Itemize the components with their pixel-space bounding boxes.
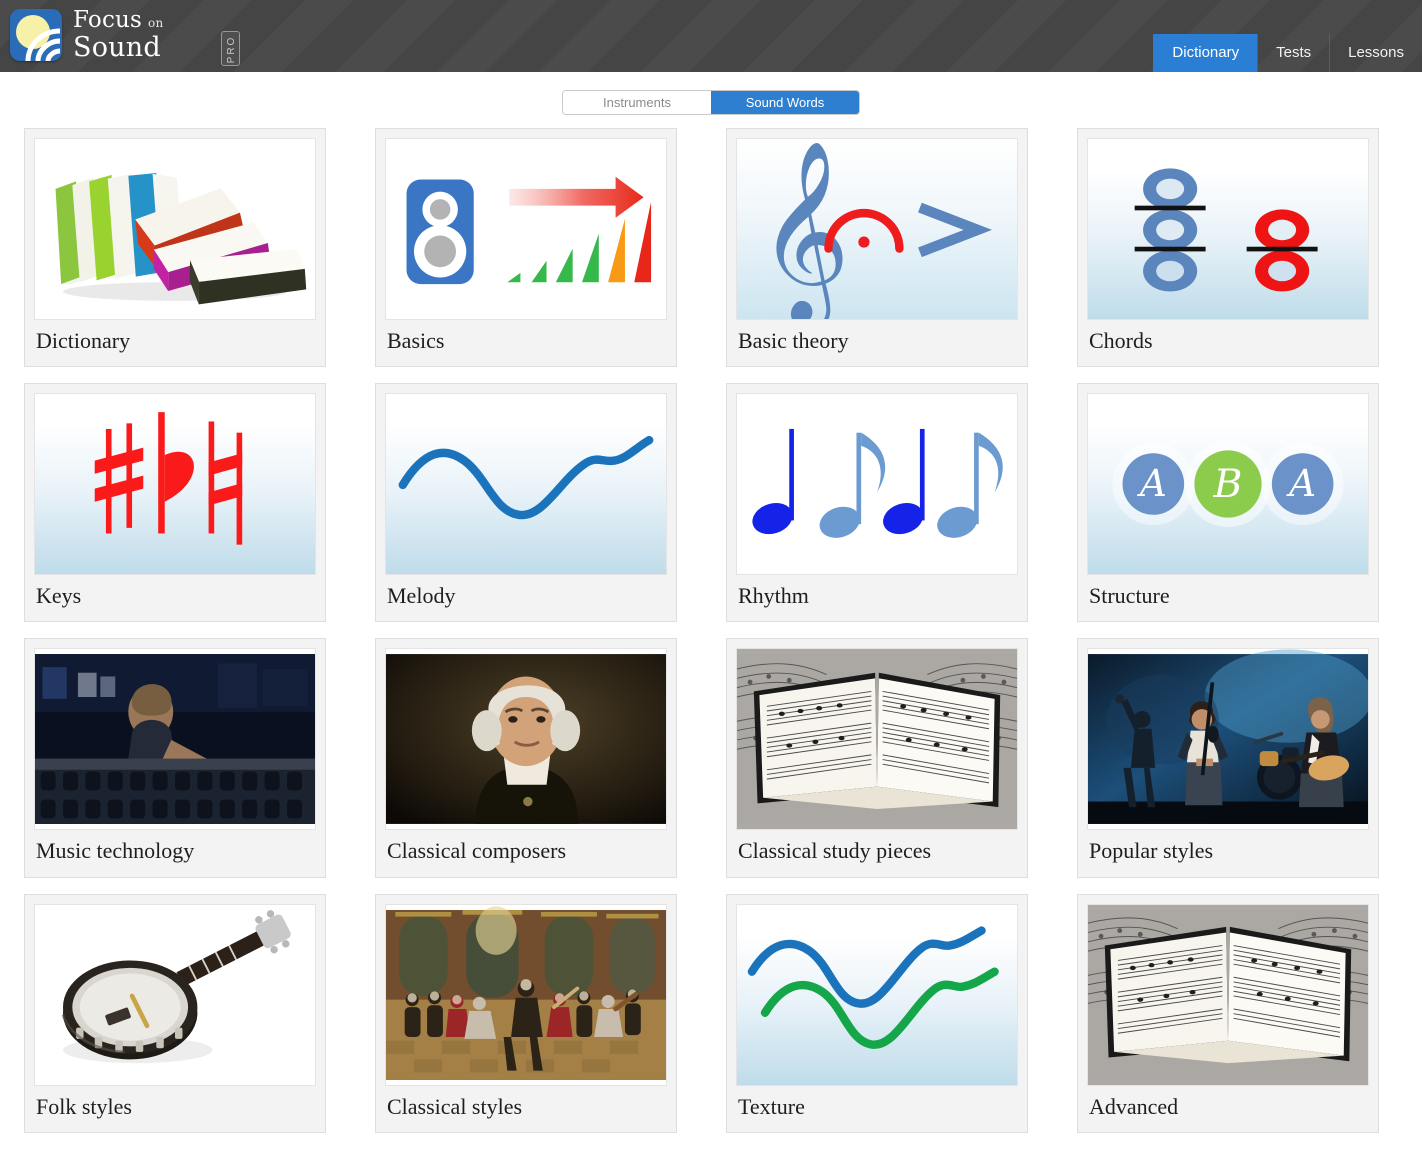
category-card-classical-composers[interactable]: Classical composers xyxy=(375,638,677,878)
category-card-advanced[interactable]: Advanced xyxy=(1077,893,1379,1133)
card-label: Texture xyxy=(738,1093,805,1119)
category-toggle: Instruments Sound Words xyxy=(562,90,860,115)
card-label: Folk styles xyxy=(36,1093,132,1119)
two-contour-lines-icon xyxy=(736,903,1018,1086)
category-grid: Dictionary Basics 𝄞 Basic theory Chords … xyxy=(24,128,1422,1133)
card-label: Basics xyxy=(387,328,445,353)
card-label: Chords xyxy=(1089,328,1153,353)
category-card-texture[interactable]: Texture xyxy=(726,893,1028,1133)
card-label: Rhythm xyxy=(738,583,809,609)
category-card-rhythm[interactable]: Rhythm xyxy=(726,383,1028,623)
card-label: Classical styles xyxy=(387,1093,523,1119)
bach-portrait-photo xyxy=(385,648,667,831)
card-label: Dictionary xyxy=(36,328,131,353)
toggle-sound-words[interactable]: Sound Words xyxy=(711,91,859,114)
books-photo xyxy=(34,138,316,320)
mixing-desk-photo xyxy=(34,648,316,831)
stacked-noteheads-icon xyxy=(1087,138,1369,320)
pro-badge-label: PRO xyxy=(226,35,237,64)
svg-text:B: B xyxy=(1213,462,1243,507)
speaker-volume-icon xyxy=(385,138,667,320)
category-card-basic-theory[interactable]: 𝄞 Basic theory xyxy=(726,128,1028,368)
category-card-structure[interactable]: A B A Structure xyxy=(1077,383,1379,623)
category-card-keys[interactable]: Keys xyxy=(24,383,326,623)
app-header: Focus on Sound PRO Dictionary Tests Less… xyxy=(0,0,1422,72)
card-label: Keys xyxy=(36,583,82,609)
sun-soundwave-icon xyxy=(10,9,62,61)
category-card-music-technology[interactable]: Music technology xyxy=(24,638,326,878)
category-card-basics[interactable]: Basics xyxy=(375,128,677,368)
open-score-book-photo xyxy=(1087,903,1369,1086)
nav-tab-tests[interactable]: Tests xyxy=(1257,34,1329,72)
melody-contour-icon xyxy=(385,393,667,576)
svg-text:A: A xyxy=(1137,461,1167,505)
category-card-popular-styles[interactable]: Popular styles xyxy=(1077,638,1379,878)
quarter-eighth-notes-icon xyxy=(736,393,1018,576)
brand-on: on xyxy=(148,16,164,30)
open-score-book-photo xyxy=(736,648,1018,831)
card-label: Advanced xyxy=(1089,1093,1179,1119)
category-card-classical-study-pieces[interactable]: Classical study pieces xyxy=(726,638,1028,878)
aba-circles-icon: A B A xyxy=(1087,393,1369,576)
toggle-instruments[interactable]: Instruments xyxy=(563,91,711,114)
brand-line2: Sound xyxy=(73,32,161,63)
card-label: Melody xyxy=(387,583,456,609)
card-label: Structure xyxy=(1089,583,1170,609)
nav-tab-dictionary[interactable]: Dictionary xyxy=(1153,34,1258,72)
category-toggle-container: Instruments Sound Words xyxy=(0,90,1422,115)
card-label: Music technology xyxy=(36,838,195,864)
treble-clef-fermata-accent-icon: 𝄞 xyxy=(736,138,1018,320)
brand-line1: Focus xyxy=(73,7,143,33)
rock-band-stage-photo xyxy=(1087,648,1369,831)
baroque-concert-painting xyxy=(385,903,667,1086)
category-card-classical-styles[interactable]: Classical styles xyxy=(375,893,677,1133)
pro-badge: PRO xyxy=(221,31,240,66)
banjo-photo xyxy=(34,903,316,1086)
card-label: Popular styles xyxy=(1089,838,1214,864)
brand-logo[interactable]: Focus on Sound PRO xyxy=(10,7,240,66)
nav-tab-lessons[interactable]: Lessons xyxy=(1329,34,1422,72)
card-label: Classical composers xyxy=(387,838,567,864)
category-card-melody[interactable]: Melody xyxy=(375,383,677,623)
card-label: Basic theory xyxy=(738,328,849,353)
category-card-dictionary[interactable]: Dictionary xyxy=(24,128,326,368)
category-card-chords[interactable]: Chords xyxy=(1077,128,1379,368)
accidentals-icon xyxy=(34,393,316,576)
card-label: Classical study pieces xyxy=(738,838,932,864)
svg-text:A: A xyxy=(1286,461,1316,505)
category-card-folk-styles[interactable]: Folk styles xyxy=(24,893,326,1133)
main-navigation: Dictionary Tests Lessons xyxy=(1153,34,1422,72)
